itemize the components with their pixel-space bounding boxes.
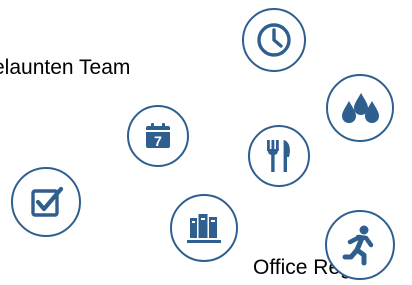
calendar-day-number: 7 <box>154 133 162 149</box>
checkbox-icon <box>31 186 64 217</box>
clock-icon <box>257 23 291 57</box>
fork-knife-icon-circle <box>248 125 310 187</box>
books-icon <box>187 214 221 243</box>
running-person-icon-circle <box>325 210 395 280</box>
calendar-icon-circle: 7 <box>127 105 189 167</box>
clock-icon-circle <box>242 8 306 72</box>
calendar-icon: 7 <box>146 123 170 149</box>
checkbox-icon-circle <box>11 167 81 237</box>
running-person-icon <box>342 225 374 266</box>
water-drops-icon-circle <box>326 74 394 142</box>
books-icon-circle <box>170 194 238 262</box>
fork-knife-icon <box>267 140 290 172</box>
water-drops-icon <box>342 93 379 123</box>
team-text: elaunten Team <box>0 56 131 79</box>
slide-canvas: elaunten Team Office Regeln 7 <box>0 0 412 285</box>
